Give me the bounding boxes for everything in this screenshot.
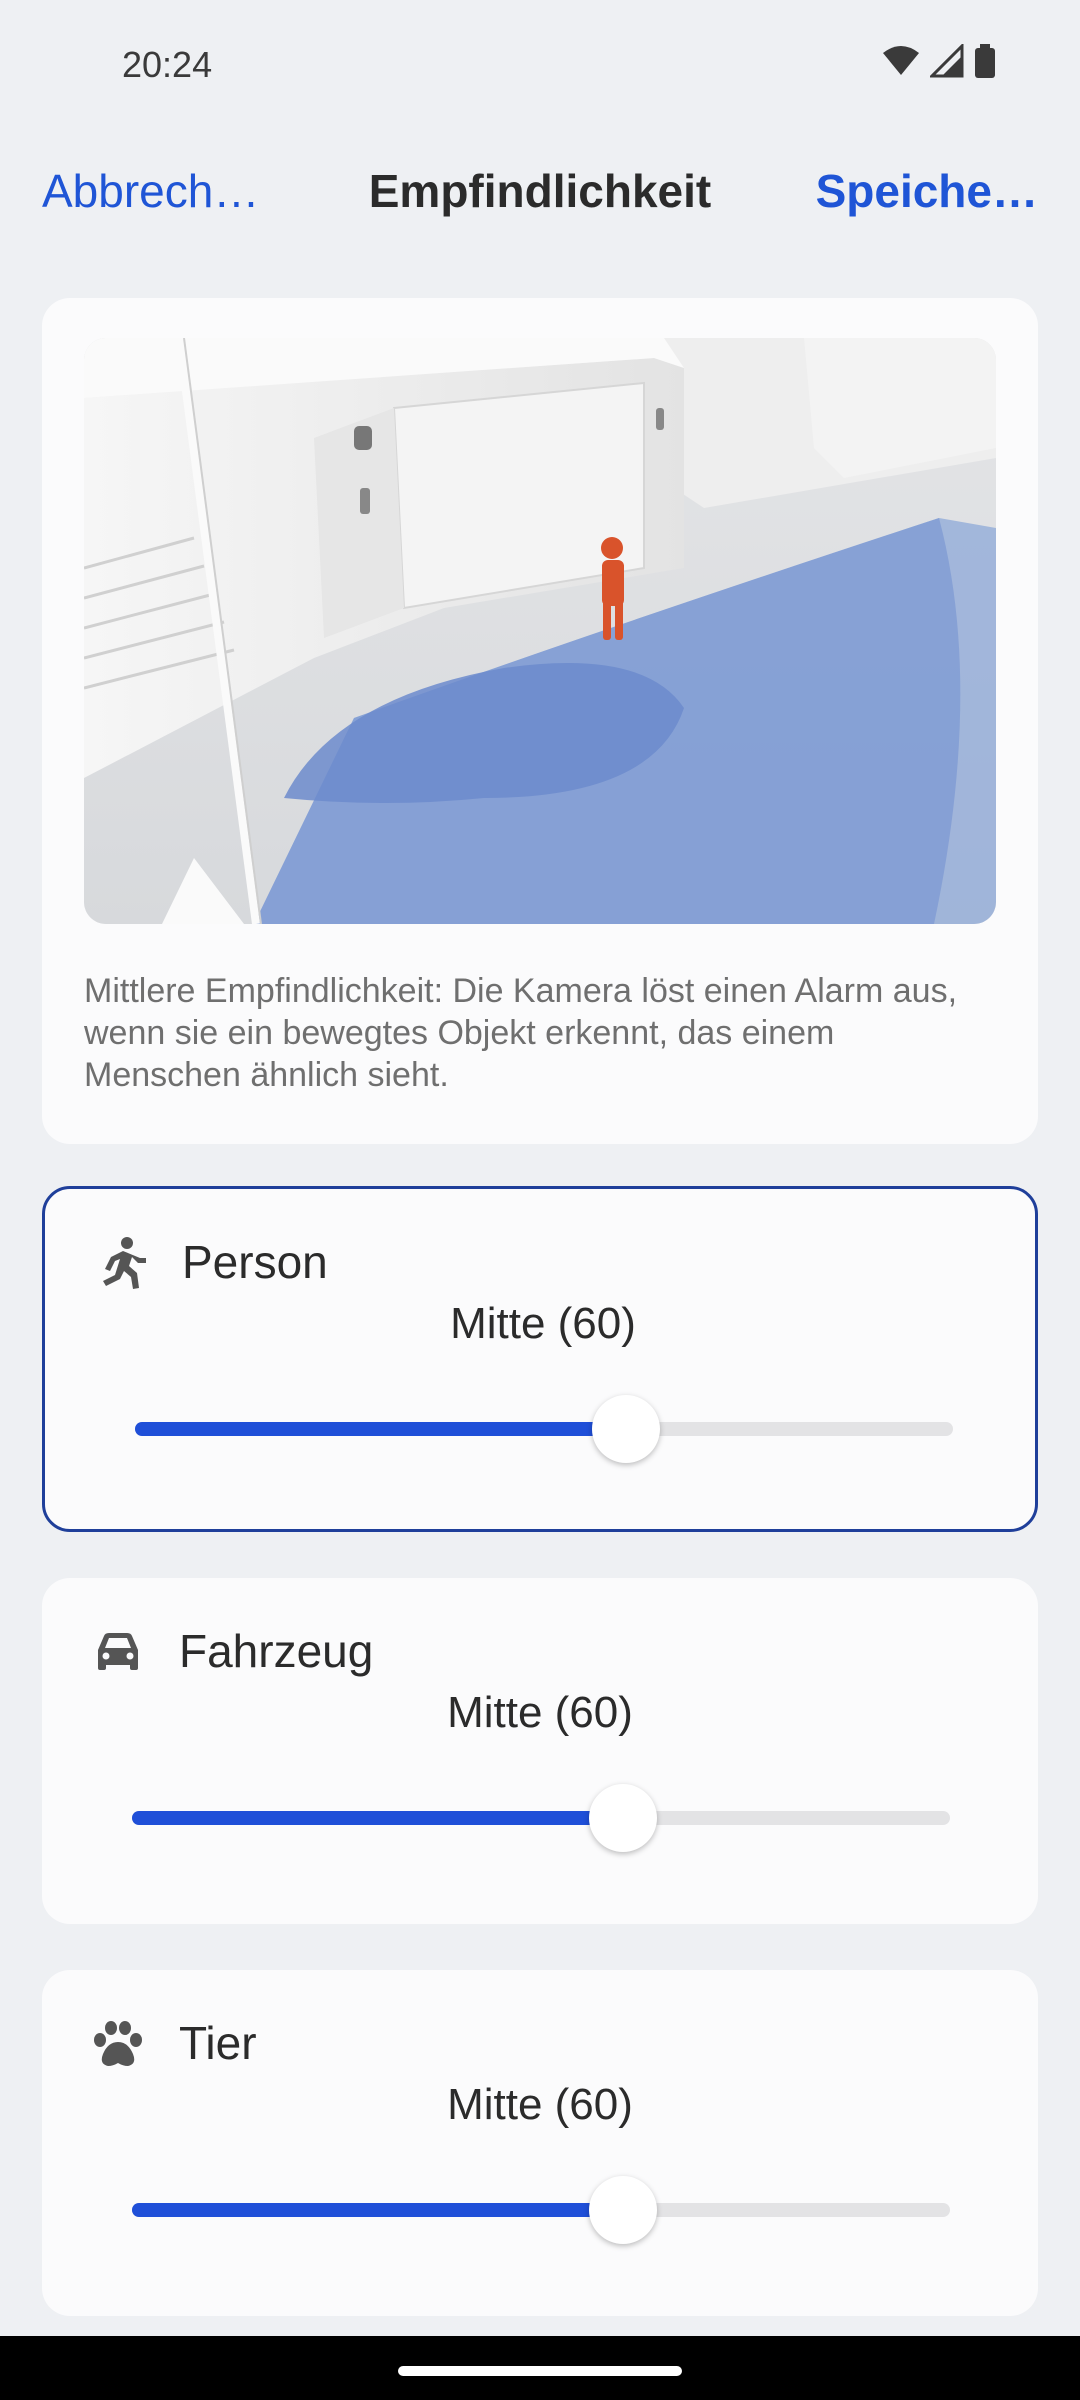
- animal-label: Tier: [179, 2017, 257, 2069]
- person-value: Mitte (60): [450, 1299, 636, 1348]
- wifi-icon: [883, 46, 919, 75]
- vehicle-sensitivity-card[interactable]: Fahrzeug Mitte (60): [42, 1578, 1038, 1924]
- battery-icon: [975, 44, 995, 78]
- person-sensitivity-card[interactable]: Person Mitte (60): [42, 1186, 1038, 1532]
- slider-fill: [132, 1811, 623, 1825]
- detection-zone-illustration: [84, 338, 996, 924]
- paw-icon: [94, 2021, 142, 2066]
- status-time: 20:24: [122, 44, 213, 85]
- status-bar: 20:24: [0, 0, 1080, 130]
- animal-value: Mitte (60): [447, 2080, 633, 2129]
- sensitivity-description: Mittlere Empfindlichkeit: Die Kamera lös…: [84, 972, 958, 1094]
- preview-card: Mittlere Empfindlichkeit: Die Kamera lös…: [42, 298, 1038, 1144]
- save-button[interactable]: Speiche…: [816, 164, 1038, 218]
- vehicle-label: Fahrzeug: [179, 1625, 374, 1677]
- slider-thumb[interactable]: [588, 2176, 657, 2244]
- slider-thumb[interactable]: [591, 1395, 660, 1463]
- person-label: Person: [182, 1236, 328, 1288]
- slider-thumb[interactable]: [588, 1784, 657, 1852]
- cellular-signal-icon: [930, 44, 964, 78]
- person-slider[interactable]: [135, 1395, 953, 1463]
- home-gesture-handle[interactable]: [398, 2366, 682, 2376]
- car-icon: [98, 1633, 138, 1670]
- vehicle-slider[interactable]: [132, 1784, 950, 1852]
- header: Abbrech… Empfindlichkeit Speiche…: [0, 150, 1080, 240]
- animal-sensitivity-card[interactable]: Tier Mitte (60): [42, 1970, 1038, 2316]
- slider-fill: [132, 2203, 623, 2217]
- vehicle-value: Mitte (60): [447, 1688, 633, 1737]
- status-icons: [882, 44, 996, 78]
- slider-fill: [135, 1422, 626, 1436]
- animal-slider[interactable]: [132, 2176, 950, 2244]
- running-person-icon: [103, 1237, 146, 1289]
- navigation-bar: [0, 2336, 1080, 2400]
